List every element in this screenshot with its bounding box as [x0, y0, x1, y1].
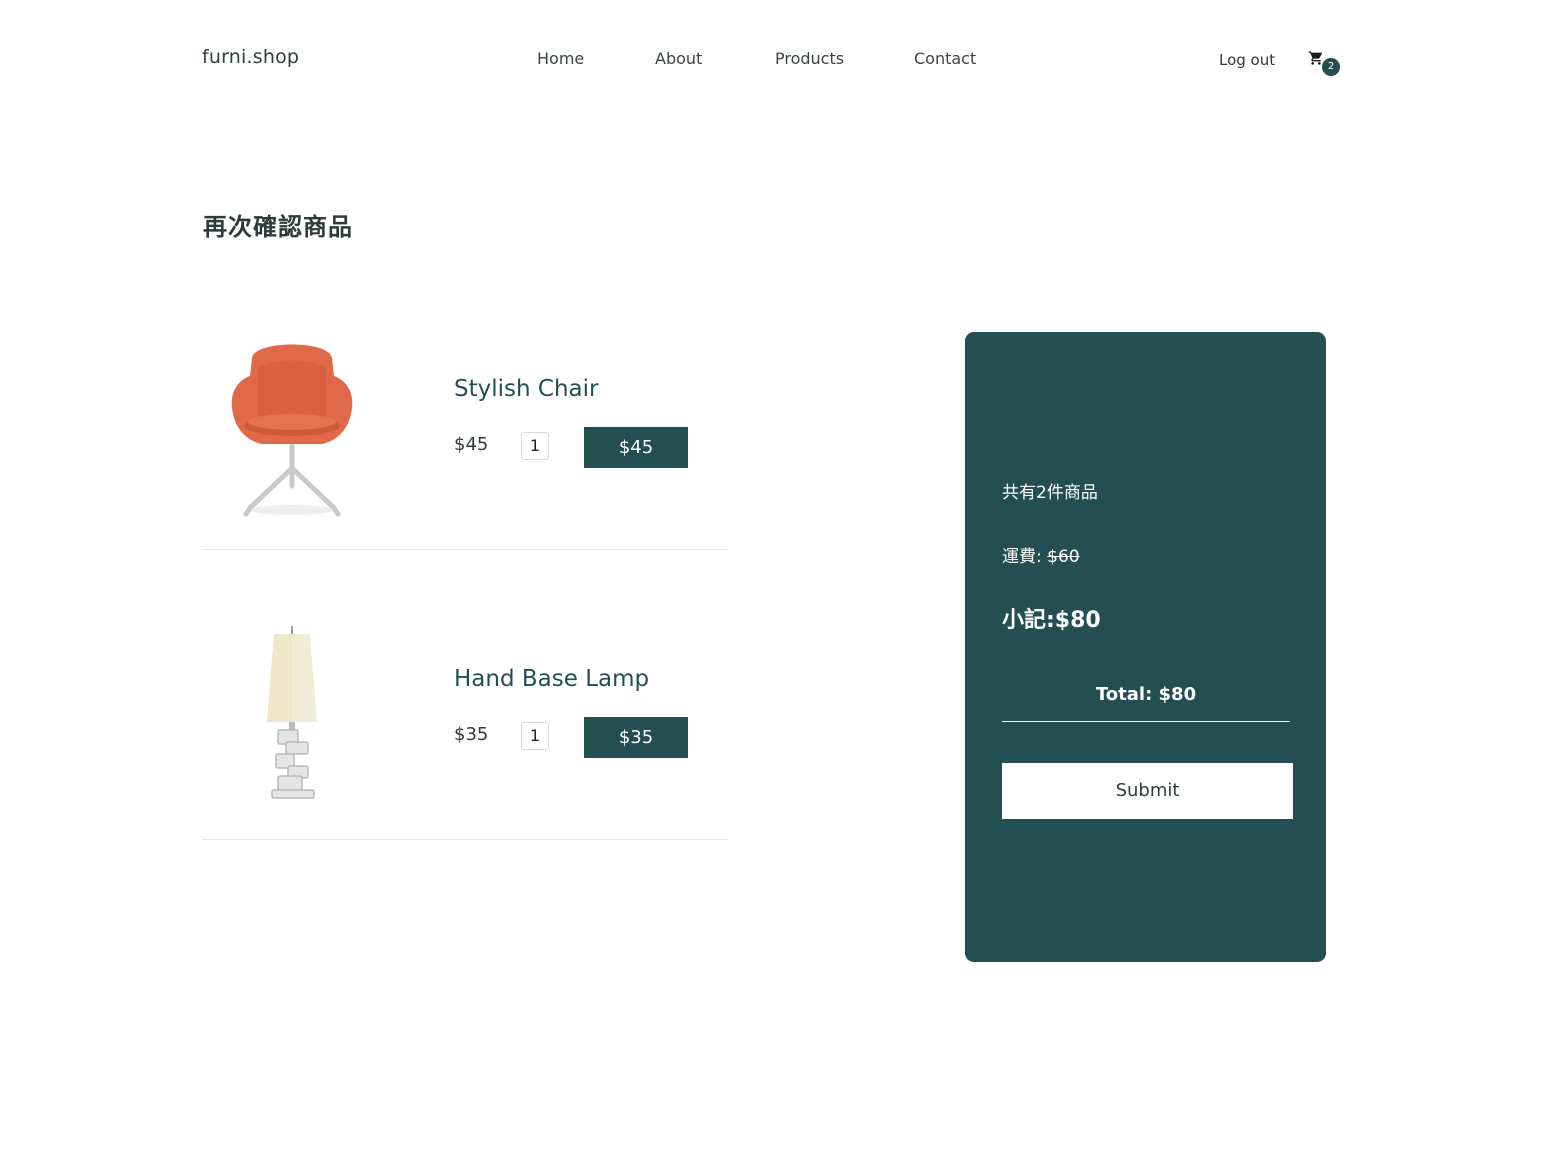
nav-contact[interactable]: Contact: [914, 49, 976, 68]
product-image-chair: [222, 328, 362, 518]
shipping-label: 運費:: [1002, 547, 1048, 567]
cart-count-badge: 2: [1322, 58, 1340, 76]
product-name: Hand Base Lamp: [454, 666, 650, 692]
shipping-value: $60: [1047, 547, 1080, 567]
submit-button[interactable]: Submit: [1002, 763, 1293, 819]
product-name: Stylish Chair: [454, 376, 599, 402]
shipping-fee: 運費: $60: [1002, 542, 1080, 567]
subtotal: 小記:$80: [1002, 608, 1101, 633]
nav-home[interactable]: Home: [537, 49, 584, 68]
line-total-button[interactable]: $45: [584, 427, 688, 468]
site-header: furni.shop Home About Products Contact L…: [0, 0, 1543, 120]
product-image-lamp: [222, 618, 362, 808]
order-summary-panel: 共有2件商品 運費: $60 小記:$80 Total: $80 Submit: [965, 332, 1326, 962]
cart-item-row: Stylish Chair $45 1 $45: [202, 312, 728, 550]
nav-about[interactable]: About: [655, 49, 702, 68]
product-price: $45: [454, 434, 489, 455]
order-total: Total: $80: [1002, 684, 1290, 722]
quantity-field[interactable]: 1: [521, 432, 549, 460]
cart-button[interactable]: 2: [1308, 48, 1342, 78]
line-total-button[interactable]: $35: [584, 717, 688, 758]
cart-item-row: Hand Base Lamp $35 1 $35: [202, 602, 728, 840]
item-count-text: 共有2件商品: [1002, 483, 1098, 503]
product-price: $35: [454, 724, 489, 745]
quantity-field[interactable]: 1: [521, 722, 549, 750]
brand-logo[interactable]: furni.shop: [202, 46, 299, 68]
page-title: 再次確認商品: [203, 213, 353, 241]
nav-products[interactable]: Products: [775, 49, 844, 68]
logout-link[interactable]: Log out: [1219, 51, 1275, 69]
